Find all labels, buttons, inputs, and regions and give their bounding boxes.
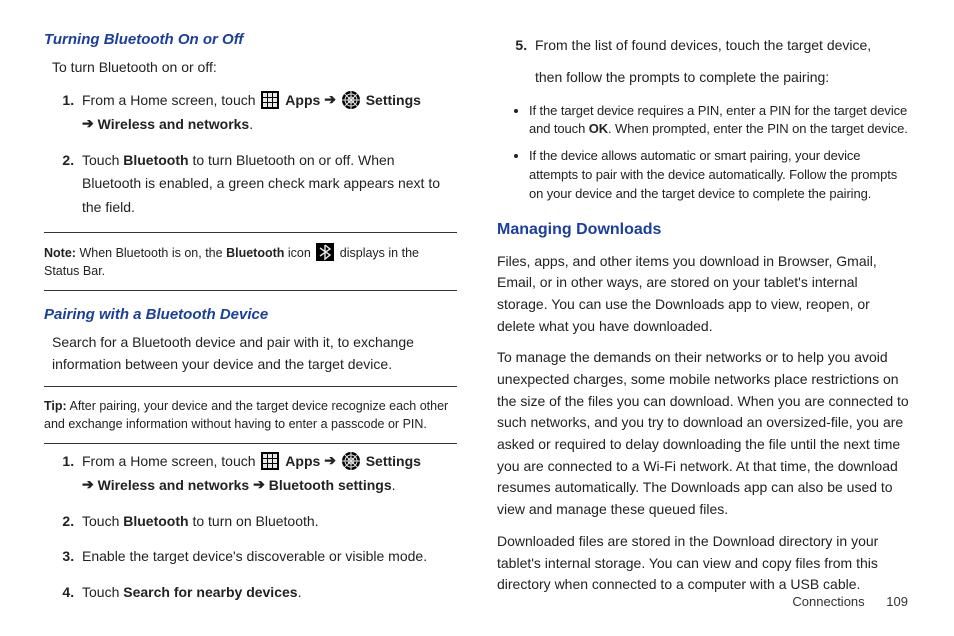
settings-icon: [342, 91, 360, 109]
pair-step-1: From a Home screen, touch Apps ➔ Setting…: [78, 450, 457, 498]
step-2: Touch Bluetooth to turn Bluetooth on or …: [78, 149, 457, 220]
page-footer: Connections 109: [792, 594, 908, 609]
downloads-p1: Files, apps, and other items you downloa…: [497, 251, 910, 338]
apps-icon: [261, 452, 279, 470]
period: .: [249, 116, 253, 132]
tip-label: Tip:: [44, 399, 67, 413]
text: If the device allows automatic or smart …: [529, 148, 897, 201]
note-label: Note:: [44, 246, 76, 260]
steps-continued: From the list of found devices, touch th…: [497, 34, 910, 90]
divider: [44, 386, 457, 387]
step5-line1: From the list of found devices, touch th…: [535, 34, 910, 58]
wireless-networks-label: Wireless and networks: [98, 116, 250, 132]
intro-text: To turn Bluetooth on or off:: [52, 57, 457, 79]
bt-settings-label: Bluetooth settings: [269, 477, 392, 493]
heading-pairing: Pairing with a Bluetooth Device: [44, 303, 457, 326]
text: From a Home screen, touch: [82, 92, 259, 108]
left-column: Turning Bluetooth On or Off To turn Blue…: [44, 28, 457, 617]
pairing-intro: Search for a Bluetooth device and pair w…: [52, 332, 457, 375]
arrow-icon: ➔: [253, 473, 265, 497]
search-devices-label: Search for nearby devices: [123, 584, 297, 600]
period: .: [298, 584, 302, 600]
divider: [44, 232, 457, 233]
pair-step-4: Touch Search for nearby devices.: [78, 581, 457, 605]
apps-icon: [261, 91, 279, 109]
bluetooth-label: Bluetooth: [123, 152, 188, 168]
arrow-icon: ➔: [82, 473, 94, 497]
heading-downloads: Managing Downloads: [497, 218, 910, 243]
step-1: From a Home screen, touch Apps ➔ Setting…: [78, 89, 457, 137]
text: Touch: [82, 584, 123, 600]
text: Enable the target device's discoverable …: [82, 548, 427, 564]
pairing-bullets: If the target device requires a PIN, ent…: [497, 102, 910, 204]
text: . When prompted, enter the PIN on the ta…: [608, 121, 908, 136]
bluetooth-label: Bluetooth: [123, 513, 188, 529]
arrow-icon: ➔: [324, 449, 336, 473]
text: to turn on Bluetooth.: [189, 513, 319, 529]
tip-block: Tip: After pairing, your device and the …: [44, 393, 457, 437]
bullet-pin: If the target device requires a PIN, ent…: [529, 102, 910, 140]
apps-label: Apps: [285, 453, 320, 469]
step-5: From the list of found devices, touch th…: [531, 34, 910, 90]
heading-turning-bt: Turning Bluetooth On or Off: [44, 28, 457, 51]
pair-step-2: Touch Bluetooth to turn on Bluetooth.: [78, 510, 457, 534]
text: Touch: [82, 513, 123, 529]
bluetooth-icon: [316, 243, 334, 261]
steps-pairing: From a Home screen, touch Apps ➔ Setting…: [44, 450, 457, 605]
text: From a Home screen, touch: [82, 453, 259, 469]
page-number: 109: [886, 594, 908, 609]
steps-on-off: From a Home screen, touch Apps ➔ Setting…: [44, 89, 457, 220]
period: .: [392, 477, 396, 493]
section-name: Connections: [792, 594, 864, 609]
divider: [44, 443, 457, 444]
note-text: When Bluetooth is on, the: [79, 246, 226, 260]
arrow-icon: ➔: [324, 88, 336, 112]
pair-step-3: Enable the target device's discoverable …: [78, 545, 457, 569]
downloads-p3: Downloaded files are stored in the Downl…: [497, 531, 910, 596]
wireless-net-label: Wireless and networks: [98, 477, 250, 493]
tip-body: After pairing, your device and the targe…: [44, 399, 448, 431]
right-column: From the list of found devices, touch th…: [497, 28, 910, 617]
note-text: icon: [284, 246, 314, 260]
bullet-auto-pair: If the device allows automatic or smart …: [529, 147, 910, 204]
divider: [44, 290, 457, 291]
ok-label: OK: [589, 121, 608, 136]
manual-page: Turning Bluetooth On or Off To turn Blue…: [0, 0, 954, 627]
settings-label: Settings: [366, 92, 421, 108]
text: Touch: [82, 152, 123, 168]
note-bt-word: Bluetooth: [226, 246, 284, 260]
apps-label: Apps: [285, 92, 320, 108]
downloads-p2: To manage the demands on their networks …: [497, 347, 910, 521]
settings-label: Settings: [366, 453, 421, 469]
step5-line2: then follow the prompts to complete the …: [535, 66, 910, 90]
arrow-icon: ➔: [82, 112, 94, 136]
note-block: Note: When Bluetooth is on, the Bluetoot…: [44, 239, 457, 284]
settings-icon: [342, 452, 360, 470]
